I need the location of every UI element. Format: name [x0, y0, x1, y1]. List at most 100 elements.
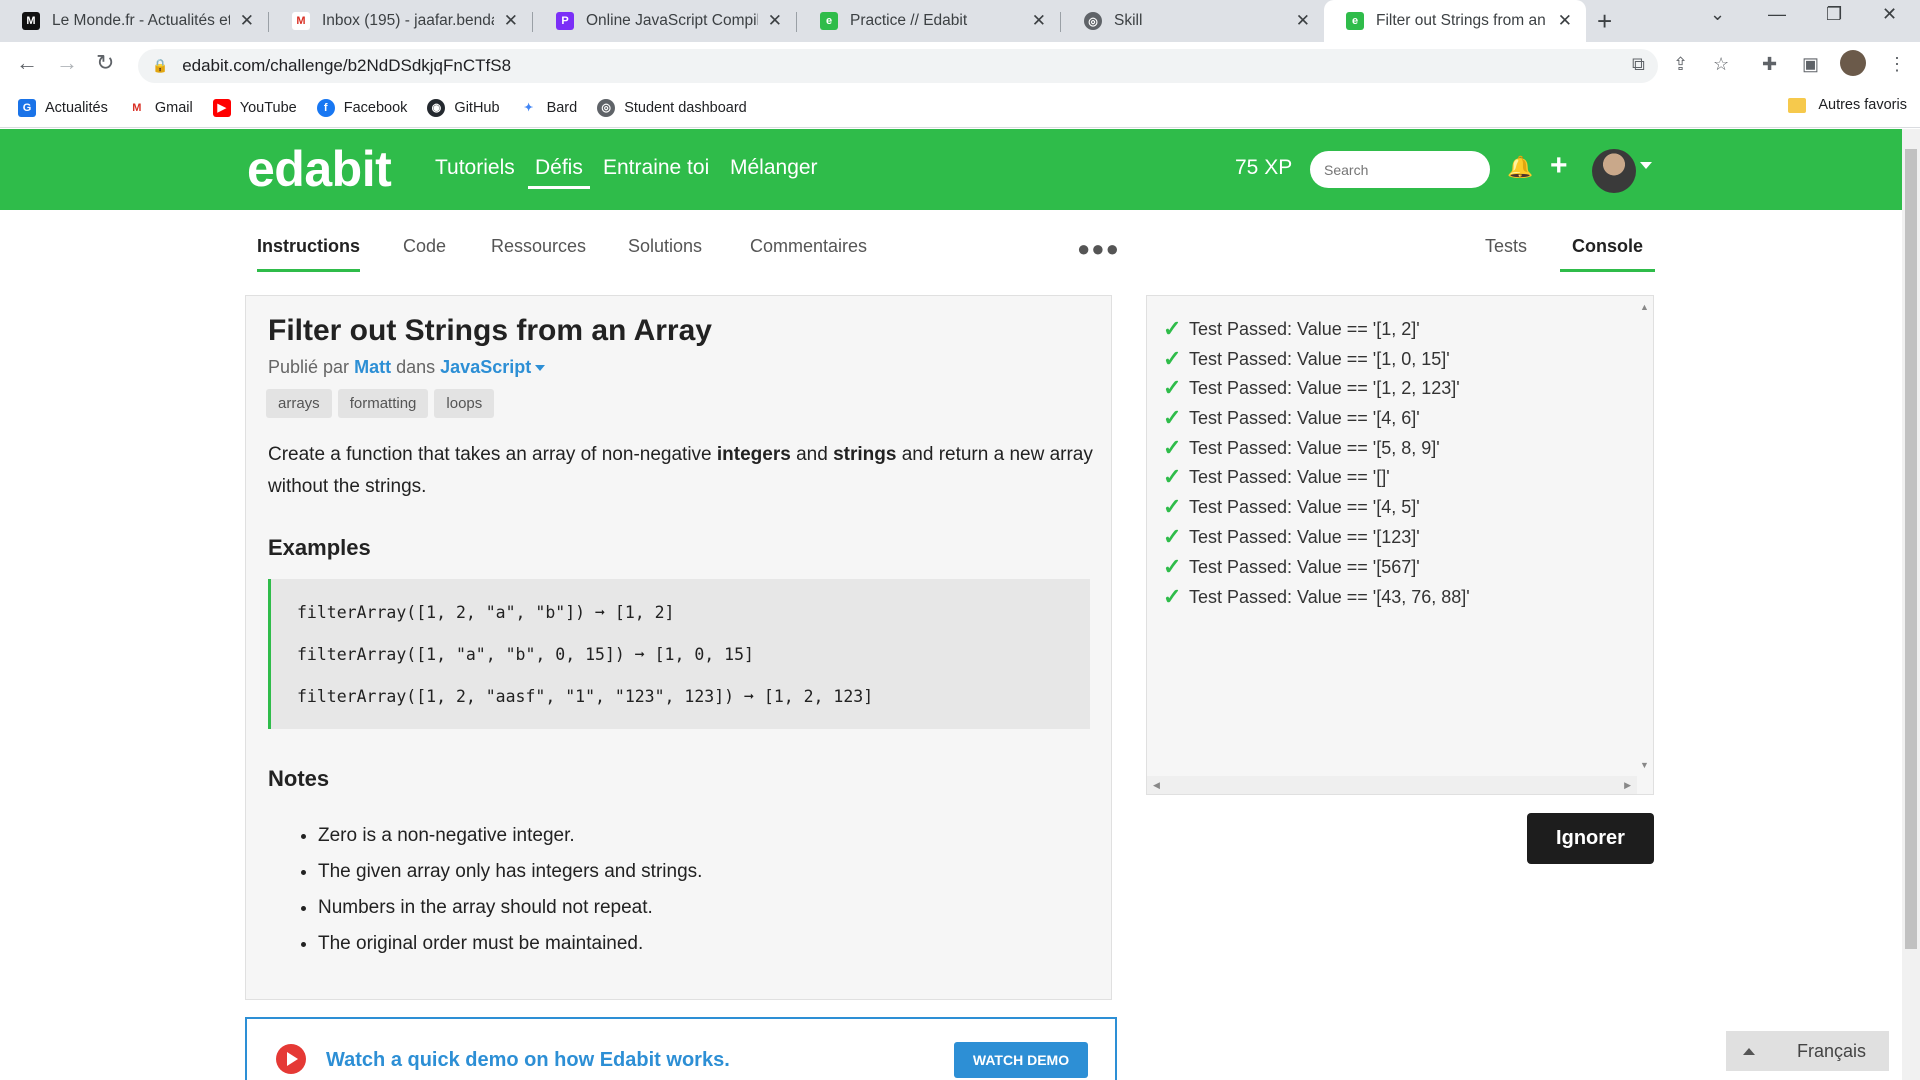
- browser-tab-strip: M Le Monde.fr - Actualités et I ✕ M Inbo…: [0, 0, 1920, 42]
- bookmarks-bar: G Actualités M Gmail ▶ YouTube f Facebook ◉ G…: [0, 88, 1920, 128]
- url-text: edabit.com/challenge/b2NdDSdkjqFnCTfS8: [182, 56, 512, 75]
- scroll-left-icon[interactable]: ◀: [1153, 780, 1160, 791]
- notes-list: Zero is a non-negative integer. The give…: [318, 818, 702, 962]
- browser-tab-active[interactable]: e Filter out Strings from an Ar ✕: [1324, 0, 1586, 42]
- test-result: ✓ Test Passed: Value == '[]': [1163, 464, 1390, 489]
- menu-icon[interactable]: ⋮: [1888, 54, 1906, 75]
- xp-counter: 75 XP: [1235, 156, 1293, 179]
- ignore-button[interactable]: Ignorer: [1527, 813, 1654, 864]
- chevron-down-icon[interactable]: [1640, 162, 1652, 169]
- other-bookmarks[interactable]: Autres favoris: [1788, 97, 1907, 113]
- add-icon[interactable]: +: [1550, 149, 1568, 183]
- close-tab-icon[interactable]: ✕: [1296, 11, 1310, 31]
- bell-icon[interactable]: 🔔: [1507, 156, 1533, 180]
- scroll-up-icon[interactable]: ▲: [1640, 302, 1649, 312]
- watch-demo-button[interactable]: WATCH DEMO: [954, 1042, 1088, 1078]
- forward-icon[interactable]: →: [56, 50, 78, 76]
- compiler-icon: P: [556, 12, 574, 30]
- examples-heading: Examples: [268, 535, 371, 560]
- tag-loops[interactable]: loops: [434, 389, 495, 418]
- scroll-down-icon[interactable]: ▼: [1640, 760, 1649, 770]
- search-input[interactable]: [1310, 151, 1490, 188]
- play-icon[interactable]: [276, 1044, 306, 1074]
- tab-tests[interactable]: Tests: [1485, 236, 1527, 269]
- language-selector[interactable]: Français: [1726, 1031, 1889, 1071]
- chevron-up-icon: [1743, 1047, 1755, 1055]
- close-tab-icon[interactable]: ✕: [504, 11, 518, 31]
- tab-search-icon[interactable]: ⌄: [1710, 4, 1725, 25]
- author-link[interactable]: Matt: [354, 357, 391, 377]
- language-link[interactable]: JavaScript: [440, 357, 531, 377]
- user-avatar[interactable]: [1592, 149, 1636, 193]
- other-bookmarks-label: Autres favoris: [1818, 97, 1907, 113]
- bookmark-bard[interactable]: ✦ Bard: [519, 98, 577, 117]
- share-icon[interactable]: ⇪: [1673, 54, 1688, 75]
- profile-avatar[interactable]: [1840, 50, 1866, 76]
- bookmark-star-icon[interactable]: ☆: [1713, 54, 1729, 75]
- maximize-icon[interactable]: ❐: [1826, 4, 1842, 25]
- url-field[interactable]: 🔒 edabit.com/challenge/b2NdDSdkjqFnCTfS8: [138, 49, 1658, 83]
- tag-arrays[interactable]: arrays: [266, 389, 332, 418]
- demo-text[interactable]: Watch a quick demo on how Edabit works.: [326, 1049, 730, 1072]
- nav-melanger[interactable]: Mélanger: [730, 156, 818, 180]
- page-scrollbar[interactable]: [1902, 129, 1920, 1080]
- note-item: Numbers in the array should not repeat.: [318, 890, 702, 926]
- language-label: Français: [1797, 1040, 1867, 1061]
- new-tab-icon[interactable]: +: [1597, 6, 1612, 37]
- reload-icon[interactable]: ↻: [96, 50, 114, 76]
- challenge-byline: Publié par Matt dans JavaScript: [268, 357, 546, 378]
- instructions-panel: Filter out Strings from an Array Publié …: [245, 295, 1112, 1000]
- bookmark-facebook[interactable]: f Facebook: [316, 98, 407, 117]
- examples-code-block: filterArray([1, 2, "a", "b"]) ➞ [1, 2] f…: [268, 579, 1090, 729]
- tab-commentaires[interactable]: Commentaires: [750, 236, 867, 269]
- edabit-logo[interactable]: edabit: [247, 140, 392, 198]
- page-scroll-thumb[interactable]: [1905, 149, 1917, 949]
- tab-ressources[interactable]: Ressources: [491, 236, 586, 269]
- edabit-icon: e: [1346, 12, 1364, 30]
- console-output[interactable]: ✓ Test Passed: Value == '[1, 2]' ✓ Test Pa…: [1146, 295, 1654, 795]
- back-icon[interactable]: ←: [16, 50, 38, 76]
- close-tab-icon[interactable]: ✕: [1558, 11, 1572, 31]
- browser-tab-title: Le Monde.fr - Actualités et I: [52, 12, 230, 29]
- nav-tutoriels[interactable]: Tutoriels: [435, 156, 515, 180]
- tab-instructions[interactable]: Instructions: [257, 236, 361, 272]
- facebook-icon: f: [316, 98, 335, 117]
- bookmark-actualites[interactable]: G Actualités: [18, 98, 108, 117]
- browser-tab[interactable]: ◎ Skill ✕: [1062, 0, 1324, 42]
- chevron-down-icon[interactable]: [535, 365, 546, 372]
- tab-console[interactable]: Console: [1560, 236, 1656, 272]
- check-icon: ✓: [1163, 405, 1182, 430]
- bookmark-youtube[interactable]: ▶ YouTube: [212, 98, 297, 117]
- browser-tab[interactable]: M Le Monde.fr - Actualités et I ✕: [0, 0, 268, 42]
- translate-icon[interactable]: ⧉: [1632, 54, 1645, 75]
- scroll-right-icon[interactable]: ▶: [1624, 780, 1631, 791]
- minimize-icon[interactable]: —: [1768, 4, 1786, 25]
- test-result: ✓ Test Passed: Value == '[4, 5]': [1163, 494, 1420, 519]
- browser-tab[interactable]: M Inbox (195) - jaafar.bendahi ✕: [270, 0, 532, 42]
- nav-defis[interactable]: Défis: [528, 156, 590, 189]
- test-result: ✓ Test Passed: Value == '[1, 0, 15]': [1163, 346, 1450, 371]
- tab-solutions[interactable]: Solutions: [628, 236, 702, 269]
- sidepanel-icon[interactable]: ▣: [1802, 54, 1819, 75]
- close-tab-icon[interactable]: ✕: [768, 11, 782, 31]
- bookmark-student-dashboard[interactable]: ◎ Student dashboard: [597, 98, 747, 117]
- check-icon: ✓: [1163, 375, 1182, 400]
- horizontal-scrollbar[interactable]: ◀ ▶: [1147, 776, 1637, 794]
- close-tab-icon[interactable]: ✕: [240, 11, 254, 31]
- note-item: Zero is a non-negative integer.: [318, 818, 702, 854]
- browser-tab[interactable]: e Practice // Edabit ✕: [798, 0, 1060, 42]
- browser-tab[interactable]: P Online JavaScript Compiler ✕: [534, 0, 796, 42]
- close-tab-icon[interactable]: ✕: [1032, 11, 1046, 31]
- bookmark-gmail[interactable]: M Gmail: [127, 98, 193, 117]
- extensions-icon[interactable]: ✚: [1762, 54, 1777, 75]
- close-window-icon[interactable]: ✕: [1882, 4, 1897, 25]
- address-bar-row: ← → ↻ 🔒 edabit.com/challenge/b2NdDSdkjqF…: [0, 42, 1920, 88]
- tab-separator: [1060, 12, 1061, 32]
- bookmark-github[interactable]: ◉ GitHub: [427, 98, 500, 117]
- more-options-icon[interactable]: ●●●: [1077, 236, 1120, 262]
- tag-formatting[interactable]: formatting: [337, 389, 429, 418]
- tab-code[interactable]: Code: [403, 236, 446, 269]
- vertical-scrollbar[interactable]: ▲ ▼: [1635, 296, 1653, 776]
- check-icon: ✓: [1163, 464, 1182, 489]
- nav-entraine-toi[interactable]: Entraine toi: [603, 156, 709, 180]
